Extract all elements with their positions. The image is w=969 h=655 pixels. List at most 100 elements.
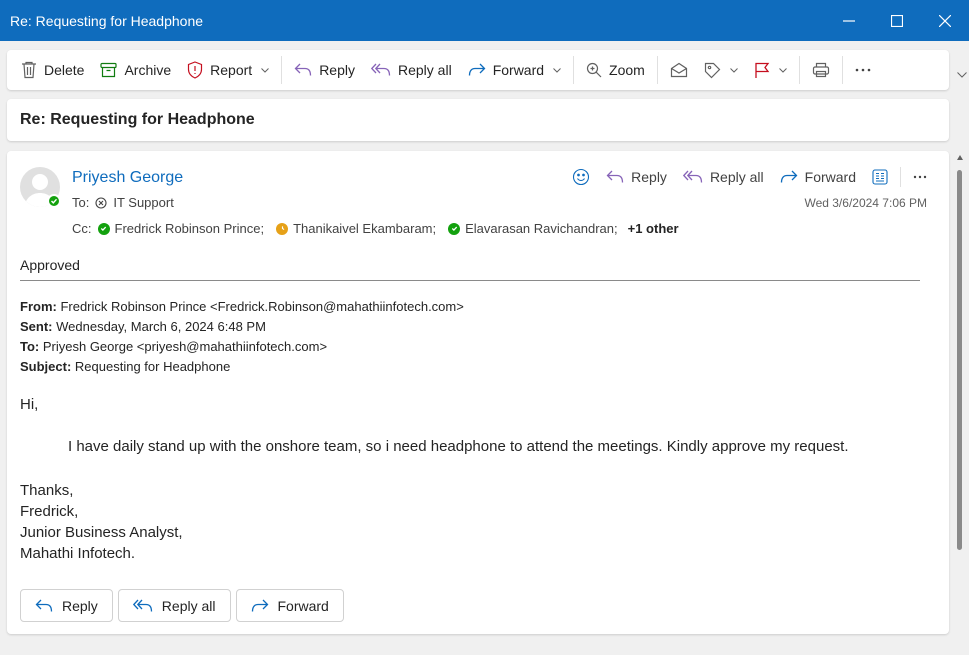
quoted-to-label: To:: [20, 339, 40, 354]
reply-icon: [606, 170, 624, 183]
forward-icon: [251, 599, 268, 612]
bottom-forward-label: Forward: [277, 597, 329, 614]
title-bar: Re: Requesting for Headphone: [0, 0, 969, 41]
archive-icon: [100, 62, 118, 78]
from-label: From:: [20, 299, 57, 314]
reply-icon: [294, 63, 312, 76]
reply-label: Reply: [319, 62, 355, 78]
emoji-icon: [573, 168, 590, 186]
reply-all-icon: [370, 63, 391, 76]
cc-recipient[interactable]: Fredrick Robinson Prince;: [97, 221, 265, 236]
to-label: To:: [72, 195, 90, 210]
immersive-reader-icon: [872, 169, 888, 185]
forward-button[interactable]: Forward: [460, 54, 569, 86]
tag-button[interactable]: [696, 54, 746, 86]
actions-divider: [900, 167, 901, 187]
reply-text: Approved: [20, 257, 80, 273]
flag-button[interactable]: [746, 54, 795, 86]
chevron-down-icon: [778, 67, 787, 73]
message-body: Approved: [20, 257, 920, 273]
bottom-forward-button[interactable]: Forward: [235, 589, 344, 622]
more-options-button[interactable]: [847, 54, 879, 86]
cc-label: Cc:: [72, 221, 92, 236]
zoom-icon: [586, 62, 602, 78]
toolbar-divider: [656, 56, 658, 84]
bottom-actions: Reply Reply all Forward: [20, 589, 344, 622]
bottom-reply-button[interactable]: Reply: [20, 589, 113, 622]
immersive-reader-button[interactable]: [866, 163, 894, 191]
bottom-reply-all-button[interactable]: Reply all: [117, 589, 231, 622]
bottom-reply-label: Reply: [62, 597, 98, 614]
minimize-button[interactable]: [825, 0, 873, 41]
quoted-to: Priyesh George <priyesh@mahathiinfotech.…: [39, 339, 328, 354]
signature-line: Fredrick,: [20, 503, 79, 520]
chevron-down-icon[interactable]: [957, 72, 967, 78]
message-reply-all-label: Reply all: [709, 169, 764, 185]
to-line: To: IT Support: [72, 195, 174, 210]
close-button[interactable]: [921, 0, 969, 41]
cc-recipient[interactable]: Thanikaivel Ekambaram;: [276, 221, 436, 236]
minimize-icon: [843, 19, 855, 22]
to-recipient[interactable]: IT Support: [113, 195, 173, 210]
reply-button[interactable]: Reply: [286, 54, 363, 86]
quoted-subject: Requesting for Headphone: [71, 359, 231, 374]
more-icon: [855, 68, 871, 72]
sent-label: Sent:: [20, 319, 53, 334]
emoji-reaction-button[interactable]: [566, 163, 596, 191]
quote-divider: [20, 280, 920, 281]
chevron-down-icon: [729, 67, 738, 73]
archive-button[interactable]: Archive: [92, 54, 179, 86]
more-recipients-link[interactable]: +1 other: [628, 221, 679, 236]
flag-icon: [755, 62, 770, 78]
zoom-button[interactable]: Zoom: [578, 54, 653, 86]
close-icon: [939, 14, 951, 27]
chevron-down-icon: [553, 67, 561, 73]
scrollbar-thumb[interactable]: [957, 170, 962, 550]
tag-icon: [704, 62, 721, 78]
signature-line: Mahathi Infotech.: [20, 545, 136, 562]
report-icon: [188, 61, 203, 79]
message-date: Wed 3/6/2024 7:06 PM: [804, 196, 927, 210]
cc-recipient[interactable]: Elavarasan Ravichandran;: [448, 221, 618, 236]
cc-recipient-name: Fredrick Robinson Prince;: [114, 221, 265, 236]
more-icon: [913, 175, 927, 179]
report-label: Report: [210, 62, 253, 78]
delete-label: Delete: [44, 62, 85, 78]
message-reply-button[interactable]: Reply: [600, 163, 673, 191]
cc-recipient-name: Elavarasan Ravichandran;: [465, 221, 618, 236]
message-reply-all-button[interactable]: Reply all: [677, 163, 770, 191]
delete-icon: [22, 61, 36, 79]
reply-icon: [35, 599, 53, 612]
command-toolbar: Delete Archive Report Reply Reply all Fo…: [7, 50, 949, 90]
report-button[interactable]: Report: [179, 54, 277, 86]
reply-all-label: Reply all: [397, 62, 452, 78]
maximize-icon: [891, 14, 903, 27]
reply-all-button[interactable]: Reply all: [363, 54, 460, 86]
toolbar-divider: [798, 56, 800, 84]
message-forward-button[interactable]: Forward: [774, 163, 862, 191]
presence-away-icon: [276, 222, 289, 235]
forward-icon: [468, 63, 486, 76]
sender-name[interactable]: Priyesh George: [72, 169, 183, 187]
mark-unread-button[interactable]: [662, 54, 696, 86]
print-icon: [812, 62, 829, 78]
delete-button[interactable]: Delete: [13, 54, 92, 86]
scroll-up-icon[interactable]: [957, 155, 963, 160]
mark-unread-icon: [670, 62, 687, 78]
reply-all-icon: [132, 599, 152, 612]
message-more-button[interactable]: [907, 163, 933, 191]
quoted-sent: Wednesday, March 6, 2024 6:48 PM: [52, 319, 266, 334]
forward-label: Forward: [492, 62, 545, 78]
toolbar-divider: [573, 56, 575, 84]
chevron-down-icon: [261, 67, 270, 73]
print-button[interactable]: [804, 54, 838, 86]
window-title: Re: Requesting for Headphone: [10, 12, 204, 29]
message-actions: Reply Reply all Forward: [566, 163, 933, 191]
quoted-from: Fredrick Robinson Prince <Fredrick.Robin…: [56, 299, 464, 314]
presence-available-icon: [97, 222, 110, 235]
message-forward-label: Forward: [804, 169, 856, 185]
presence-available-icon: [448, 222, 461, 235]
quoted-headers: From: Fredrick Robinson Prince <Fredrick…: [20, 297, 464, 377]
subject-label: Subject:: [20, 359, 72, 374]
maximize-button[interactable]: [873, 0, 921, 41]
